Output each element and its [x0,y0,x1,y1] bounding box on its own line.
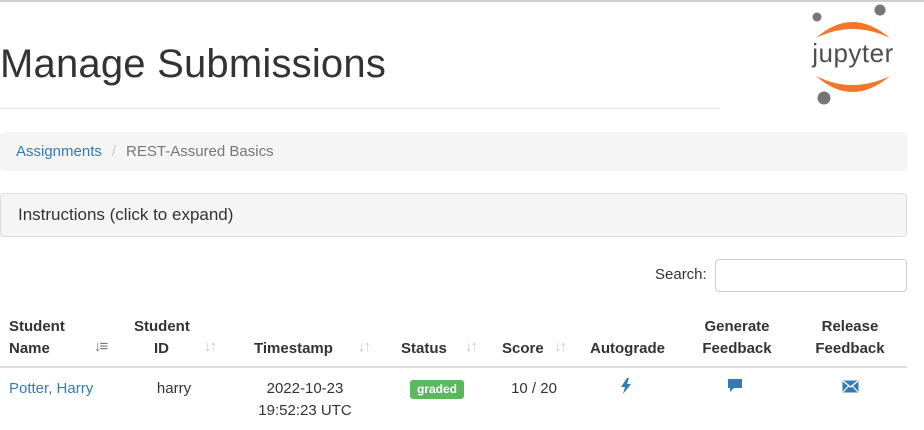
table-row: Potter, Harry harry 2022-10-23 19:52:23 … [0,368,907,424]
breadcrumb-assignments-link[interactable]: Assignments [16,143,102,160]
breadcrumb-current: REST-Assured Basics [126,143,274,160]
instructions-panel[interactable]: Instructions (click to expand) [0,193,907,237]
column-header-label: Autograde [590,340,665,357]
column-header-line1: Student [9,318,65,335]
column-header-label: Timestamp [254,340,333,357]
sort-icon[interactable]: ↓↑ [358,336,371,358]
cell-student-name: Potter, Harry [9,368,93,400]
timestamp-date: 2022-10-23 [266,380,344,397]
top-border [0,0,924,2]
cell-score: 10 / 20 [511,380,557,397]
cell-generate-feedback [727,368,743,400]
submissions-table: Student Name ↓≡ Student ID ↓↑ Timestamp … [0,306,907,424]
cell-status: graded [410,368,465,400]
table-header: Student Name ↓≡ Student ID ↓↑ Timestamp … [0,306,907,368]
cell-release-feedback [842,368,859,400]
search-label: Search: [655,266,707,283]
column-header-student-name[interactable]: Student Name ↓≡ [9,306,119,368]
sort-icon[interactable]: ↓↑ [204,336,217,358]
column-header-label: Score [502,340,544,357]
column-header-line1: Release [821,318,879,335]
comment-icon[interactable] [727,378,743,400]
cell-autograde [620,368,632,401]
column-header-autograde: Autograde [590,306,680,368]
sort-desc-active-icon[interactable]: ↓≡ [94,336,108,358]
column-header-student-id[interactable]: Student ID ↓↑ [134,306,224,368]
column-header-score[interactable]: Score ↓↑ [502,306,582,368]
column-header-release-feedback: Release Feedback [810,306,890,368]
column-header-line2: ID [154,340,169,357]
sort-icon[interactable]: ↓↑ [465,336,478,358]
column-header-timestamp[interactable]: Timestamp ↓↑ [254,306,374,368]
sort-icon[interactable]: ↓↑ [554,336,567,358]
timestamp-time: 19:52:23 UTC [258,402,352,419]
column-header-status[interactable]: Status ↓↑ [401,306,491,368]
title-divider [0,108,720,109]
status-badge: graded [410,380,465,399]
cell-timestamp: 2022-10-23 19:52:23 UTC [244,368,366,422]
lightning-bolt-icon[interactable] [620,378,632,401]
breadcrumb: Assignments / REST-Assured Basics [0,132,907,171]
page-title: Manage Submissions [0,42,387,86]
student-name-link[interactable]: Potter, Harry [9,380,93,397]
column-header-line2: Feedback [815,340,885,357]
instructions-label: Instructions (click to expand) [18,205,234,224]
search-input[interactable] [715,259,907,292]
column-header-line2: Name [9,340,50,357]
column-header-label: Status [401,340,447,357]
column-header-line1: Generate [704,318,770,335]
envelope-icon[interactable] [842,378,859,400]
jupyter-logo: jupyter [806,4,900,108]
breadcrumb-separator: / [111,143,117,160]
jupyter-logo-text: jupyter [812,38,894,68]
column-header-line1: Student [134,318,190,335]
column-header-generate-feedback: Generate Feedback [697,306,777,368]
column-header-line2: Feedback [702,340,772,357]
cell-student-id: harry [156,380,192,397]
